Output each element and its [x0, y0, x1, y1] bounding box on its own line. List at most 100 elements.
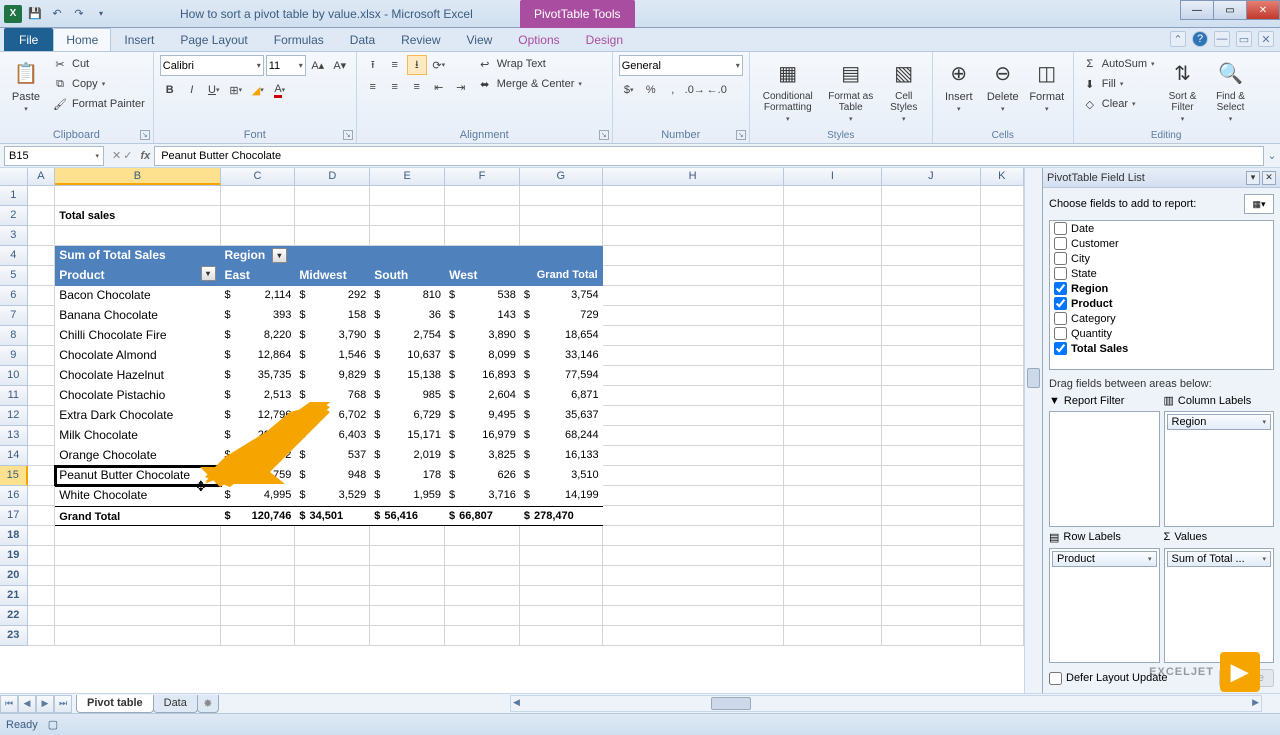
align-top-icon[interactable]: ⭱: [363, 55, 383, 75]
cell-H[interactable]: [603, 486, 784, 506]
cell-I[interactable]: [784, 326, 882, 346]
conditional-formatting-button[interactable]: ▦Conditional Formatting▾: [756, 55, 820, 125]
cell-D[interactable]: [295, 186, 370, 206]
cell-C[interactable]: [221, 206, 296, 226]
cell-styles-button[interactable]: ▧Cell Styles▾: [882, 55, 926, 125]
cell-J[interactable]: [882, 526, 980, 546]
minimize-button[interactable]: —: [1180, 0, 1214, 20]
cell-A[interactable]: [28, 226, 56, 246]
cell-A[interactable]: [28, 406, 56, 426]
cell-J[interactable]: [882, 546, 980, 566]
minimize-ribbon-icon[interactable]: ⌃: [1170, 31, 1186, 47]
cell-F[interactable]: [445, 226, 520, 246]
cell-B[interactable]: Chocolate Hazelnut: [55, 366, 220, 386]
cell-I[interactable]: [784, 606, 882, 626]
defer-layout-checkbox[interactable]: [1049, 672, 1062, 685]
cell-B[interactable]: [55, 546, 220, 566]
cell-D[interactable]: $292: [295, 286, 370, 306]
cell-D[interactable]: [295, 586, 370, 606]
cell-H[interactable]: [603, 406, 784, 426]
field-checkbox[interactable]: [1054, 297, 1067, 310]
cell-G[interactable]: [520, 606, 603, 626]
number-format-combo[interactable]: General▾: [619, 55, 743, 76]
cell-H[interactable]: [603, 586, 784, 606]
cell-F[interactable]: [445, 606, 520, 626]
field-checkbox[interactable]: [1054, 267, 1067, 280]
cell-H[interactable]: [603, 466, 784, 486]
cell-A[interactable]: [28, 206, 56, 226]
cell-D[interactable]: $537: [295, 446, 370, 466]
field-checkbox[interactable]: [1054, 342, 1067, 355]
cell-K[interactable]: [981, 606, 1024, 626]
cell-E[interactable]: $36: [370, 306, 445, 326]
cell-E[interactable]: [370, 246, 445, 266]
row-header-15[interactable]: 15: [0, 466, 28, 486]
accounting-format-icon[interactable]: $▾: [619, 80, 639, 100]
cell-G[interactable]: [520, 586, 603, 606]
cell-D[interactable]: $3,529: [295, 486, 370, 506]
field-checkbox[interactable]: [1054, 312, 1067, 325]
cell-E[interactable]: $810: [370, 286, 445, 306]
font-dialog-launcher[interactable]: ↘: [343, 130, 353, 140]
cell-E[interactable]: $985: [370, 386, 445, 406]
cell-J[interactable]: [882, 306, 980, 326]
cell-D[interactable]: [295, 566, 370, 586]
cell-C[interactable]: [221, 546, 296, 566]
cell-B[interactable]: Chocolate Almond: [55, 346, 220, 366]
percent-format-icon[interactable]: %: [641, 80, 661, 100]
cell-A[interactable]: [28, 446, 56, 466]
cell-J[interactable]: [882, 386, 980, 406]
worksheet-grid[interactable]: ABCDEFGHIJK 12Total sales34Sum of Total …: [0, 168, 1024, 693]
cell-J[interactable]: [882, 626, 980, 646]
bold-button[interactable]: B: [160, 80, 180, 100]
cell-F[interactable]: $16,979: [445, 426, 520, 446]
area-row-labels-box[interactable]: Product▾: [1049, 548, 1160, 664]
region-filter-dropdown[interactable]: ▾: [272, 248, 287, 263]
cell-G[interactable]: [520, 246, 603, 266]
cell-A[interactable]: [28, 246, 56, 266]
chip-product[interactable]: Product▾: [1052, 551, 1157, 567]
cell-C[interactable]: [221, 606, 296, 626]
cell-A[interactable]: [28, 506, 56, 526]
cell-F[interactable]: [445, 206, 520, 226]
cell-K[interactable]: [981, 206, 1024, 226]
cell-G[interactable]: [520, 626, 603, 646]
cell-E[interactable]: $15,138: [370, 366, 445, 386]
cell-F[interactable]: $2,604: [445, 386, 520, 406]
cell-B[interactable]: [55, 186, 220, 206]
cell-G[interactable]: $18,654: [520, 326, 603, 346]
cell-G[interactable]: $729: [520, 306, 603, 326]
row-header-11[interactable]: 11: [0, 386, 28, 406]
cancel-formula-icon[interactable]: ✕: [112, 149, 121, 162]
cell-D[interactable]: [295, 246, 370, 266]
cell-E[interactable]: $10,637: [370, 346, 445, 366]
cell-G[interactable]: $278,470: [520, 506, 603, 526]
name-box[interactable]: B15▾: [4, 146, 104, 166]
cell-D[interactable]: $6,702: [295, 406, 370, 426]
col-header-C[interactable]: C: [221, 168, 296, 185]
field-checkbox[interactable]: [1054, 252, 1067, 265]
row-header-10[interactable]: 10: [0, 366, 28, 386]
shrink-font-icon[interactable]: A▾: [330, 56, 350, 76]
cell-F[interactable]: $3,825: [445, 446, 520, 466]
row-header-12[interactable]: 12: [0, 406, 28, 426]
sort-filter-button[interactable]: ⇅Sort & Filter▾: [1161, 55, 1205, 125]
cell-I[interactable]: [784, 506, 882, 526]
align-middle-icon[interactable]: ≡: [385, 55, 405, 75]
vertical-scrollbar[interactable]: [1024, 168, 1042, 693]
cell-K[interactable]: [981, 446, 1024, 466]
row-header-21[interactable]: 21: [0, 586, 28, 606]
row-header-17[interactable]: 17: [0, 506, 28, 526]
col-header-H[interactable]: H: [603, 168, 784, 185]
prev-sheet-icon[interactable]: ◀: [18, 695, 36, 713]
cell-K[interactable]: [981, 626, 1024, 646]
align-right-icon[interactable]: ≡: [407, 77, 427, 97]
cell-I[interactable]: [784, 626, 882, 646]
wrap-text-button[interactable]: ↩Wrap Text: [475, 55, 584, 73]
cell-H[interactable]: [603, 226, 784, 246]
area-values-box[interactable]: Sum of Total ...▾: [1164, 548, 1275, 664]
cell-H[interactable]: [603, 286, 784, 306]
clear-button[interactable]: ◇Clear▾: [1080, 95, 1157, 113]
cell-A[interactable]: [28, 546, 56, 566]
sheet-tab-data[interactable]: Data: [153, 695, 198, 713]
